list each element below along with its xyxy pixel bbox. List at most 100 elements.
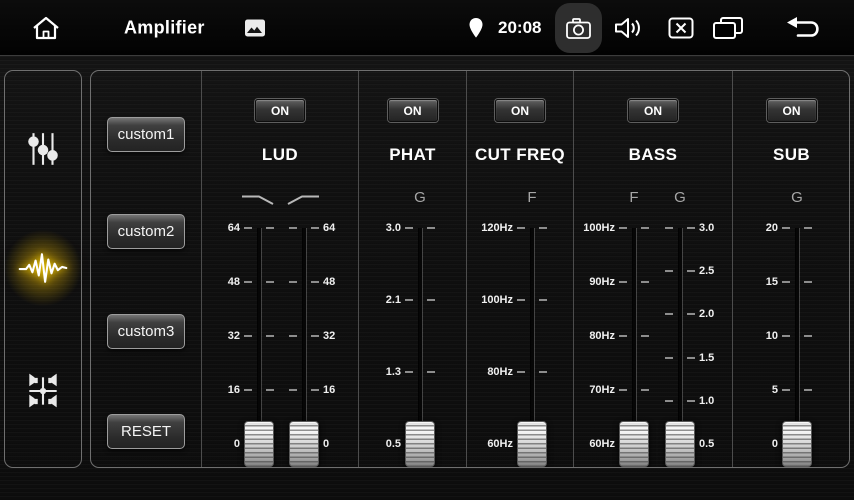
lud-right-slider-thumb[interactable] xyxy=(289,421,319,467)
gallery-icon[interactable] xyxy=(244,18,266,37)
tick-mark xyxy=(687,357,695,359)
lud-left-tick-label: 32 xyxy=(196,329,240,343)
tick-mark xyxy=(427,299,435,301)
cutfreq-frequency-tick-label: 120Hz xyxy=(469,221,513,235)
phat-gain-tick-label: 0.5 xyxy=(357,437,401,451)
sidebar-item-equalizer[interactable] xyxy=(17,123,69,175)
home-icon[interactable] xyxy=(30,14,62,42)
reset-button[interactable]: RESET xyxy=(107,414,185,449)
cutfreq-frequency-tick-label: 60Hz xyxy=(469,437,513,451)
tick-mark xyxy=(641,281,649,283)
lud-left-tick-label: 16 xyxy=(196,383,240,397)
back-icon[interactable] xyxy=(784,15,824,41)
tick-mark xyxy=(244,281,252,283)
tick-mark xyxy=(266,389,274,391)
sub-gain-tick-label: 15 xyxy=(734,275,778,289)
sub-gain-tick-label: 0 xyxy=(734,437,778,451)
tick-mark xyxy=(782,335,790,337)
tick-mark xyxy=(619,227,627,229)
tick-mark xyxy=(517,227,525,229)
tick-mark xyxy=(687,400,695,402)
cutfreq-title: CUT FREQ xyxy=(467,145,573,165)
bass-frequency-axis-label: F xyxy=(614,189,654,206)
bass-frequency-slider-thumb[interactable] xyxy=(619,421,649,467)
lud-title: LUD xyxy=(202,145,358,165)
amp-column-bass: ONBASSF100Hz90Hz80Hz70Hz60HzG3.02.52.01.… xyxy=(573,71,732,467)
tick-mark xyxy=(641,335,649,337)
phat-gain-slider-track[interactable] xyxy=(419,228,422,444)
custom2-button[interactable]: custom2 xyxy=(107,214,185,249)
sub-gain-slider-track[interactable] xyxy=(796,228,799,444)
cutfreq-frequency-slider-track[interactable] xyxy=(531,228,534,444)
tick-mark xyxy=(427,227,435,229)
close-window-icon[interactable] xyxy=(668,17,694,39)
bass-on-button[interactable]: ON xyxy=(628,99,678,122)
tick-mark xyxy=(539,299,547,301)
tick-mark xyxy=(517,371,525,373)
tick-mark xyxy=(804,389,812,391)
bass-gain-slider-thumb[interactable] xyxy=(665,421,695,467)
phat-gain-slider-thumb[interactable] xyxy=(405,421,435,467)
cutfreq-frequency-tick-label: 100Hz xyxy=(469,293,513,307)
sidebar-item-speaker-balance[interactable] xyxy=(17,365,69,417)
bass-gain-slider-track[interactable] xyxy=(679,228,682,444)
amp-column-cutfreq: ON CUT FREQ F 120Hz 100Hz 80Hz 60Hz xyxy=(466,71,573,467)
phat-on-button[interactable]: ON xyxy=(388,99,438,122)
bass-frequency-tick-label: 80Hz xyxy=(571,329,615,343)
phat-title: PHAT xyxy=(359,145,466,165)
camera-icon xyxy=(565,17,592,40)
tick-mark xyxy=(665,227,673,229)
bass-frequency-tick-label: 100Hz xyxy=(571,221,615,235)
bass-frequency-slider-track[interactable] xyxy=(633,228,636,444)
tick-mark xyxy=(289,389,297,391)
bass-title: BASS xyxy=(574,145,732,165)
cutfreq-frequency-tick-label: 80Hz xyxy=(469,365,513,379)
tick-mark xyxy=(665,270,673,272)
custom3-button[interactable]: custom3 xyxy=(107,314,185,349)
sub-on-button[interactable]: ON xyxy=(767,99,817,122)
tick-mark xyxy=(289,227,297,229)
clock: 20:08 xyxy=(498,18,541,38)
tick-mark xyxy=(266,335,274,337)
sidebar-item-sound-effects[interactable] xyxy=(17,242,69,294)
cutfreq-frequency-axis-label: F xyxy=(512,189,552,206)
screenshot-button[interactable] xyxy=(555,3,602,53)
phat-gain-tick-label: 2.1 xyxy=(357,293,401,307)
tick-mark xyxy=(405,371,413,373)
sub-title: SUB xyxy=(733,145,850,165)
tick-mark xyxy=(782,281,790,283)
speaker-balance-icon xyxy=(23,371,63,411)
tick-mark xyxy=(405,227,413,229)
lud-right-slider-track[interactable] xyxy=(303,228,306,444)
tick-mark xyxy=(687,313,695,315)
tick-mark xyxy=(641,227,649,229)
tick-mark xyxy=(244,335,252,337)
lud-on-button[interactable]: ON xyxy=(255,99,305,122)
lud-left-slider-track[interactable] xyxy=(258,228,261,444)
custom1-button[interactable]: custom1 xyxy=(107,117,185,152)
status-bar: Amplifier 20:08 xyxy=(0,0,854,56)
page-title: Amplifier xyxy=(124,17,205,38)
sub-gain-slider-thumb[interactable] xyxy=(782,421,812,467)
recent-apps-icon[interactable] xyxy=(712,16,744,40)
tick-mark xyxy=(782,227,790,229)
sub-gain-axis-label: G xyxy=(777,189,817,206)
volume-icon[interactable] xyxy=(613,15,643,40)
cutfreq-on-button[interactable]: ON xyxy=(495,99,545,122)
tick-mark xyxy=(782,389,790,391)
sidebar xyxy=(4,70,82,468)
cutfreq-frequency-slider-thumb[interactable] xyxy=(517,421,547,467)
amplifier-panel: custom1 custom2 custom3 RESET ONLUD64483… xyxy=(90,70,850,468)
tick-mark xyxy=(244,227,252,229)
location-icon[interactable] xyxy=(468,17,484,39)
sub-gain-tick-label: 10 xyxy=(734,329,778,343)
tick-mark xyxy=(244,389,252,391)
phat-gain-tick-label: 3.0 xyxy=(357,221,401,235)
tick-mark xyxy=(539,227,547,229)
tick-mark xyxy=(266,281,274,283)
lud-left-slider-thumb[interactable] xyxy=(244,421,274,467)
sub-gain-tick-label: 5 xyxy=(734,383,778,397)
sub-gain-tick-label: 20 xyxy=(734,221,778,235)
tick-mark xyxy=(804,335,812,337)
highpass-curve-icon xyxy=(285,193,323,212)
